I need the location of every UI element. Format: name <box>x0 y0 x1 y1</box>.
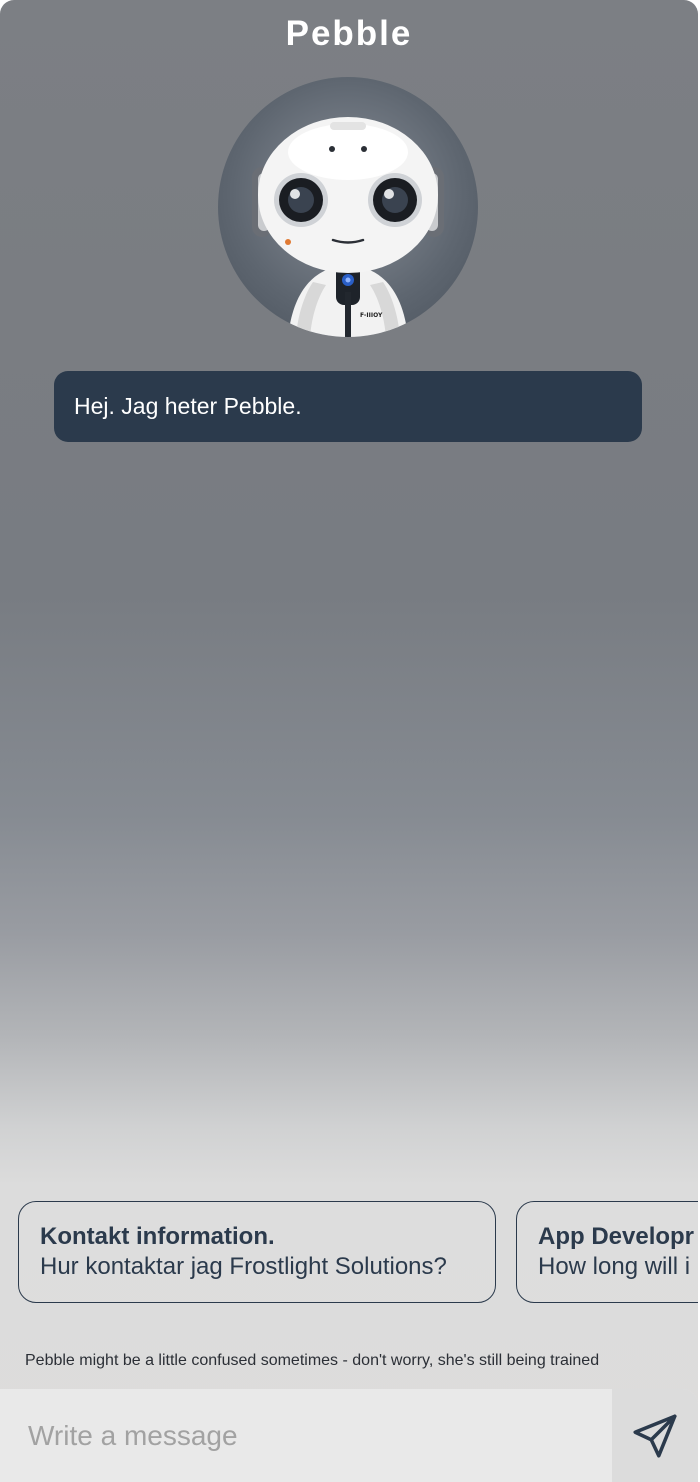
message-composer <box>0 1389 698 1482</box>
suggestion-chip-subtitle: Hur kontaktar jag Frostlight Solutions? <box>40 1253 447 1280</box>
avatar-badge: F-IIIOY <box>360 312 383 319</box>
suggestion-chip-contact[interactable]: Kontakt information. Hur kontaktar jag F… <box>18 1201 496 1303</box>
send-button[interactable] <box>612 1389 698 1482</box>
page-title: Pebble <box>285 14 413 53</box>
robot-avatar: F-IIIOY <box>218 77 478 337</box>
suggestion-chip-subtitle: How long will i <box>538 1253 691 1280</box>
message-input[interactable] <box>0 1389 612 1482</box>
bot-message-bubble: Hej. Jag heter Pebble. <box>54 371 642 442</box>
suggestion-chip-title: Kontakt information. <box>40 1223 275 1250</box>
robot-illustration: F-IIIOY <box>252 117 444 337</box>
disclaimer-text: Pebble might be a little confused someti… <box>25 1352 600 1369</box>
suggestion-chip-title: App Developr <box>538 1223 695 1250</box>
send-paper-plane-icon <box>633 1413 677 1458</box>
suggestion-carousel[interactable]: Kontakt information. Hur kontaktar jag F… <box>18 1201 698 1305</box>
suggestion-chip-app-development[interactable]: App Developr How long will i <box>516 1201 698 1303</box>
chat-app: Pebble F-IIIOY Hej. Jag heter Pebble. Ko… <box>0 0 698 1482</box>
